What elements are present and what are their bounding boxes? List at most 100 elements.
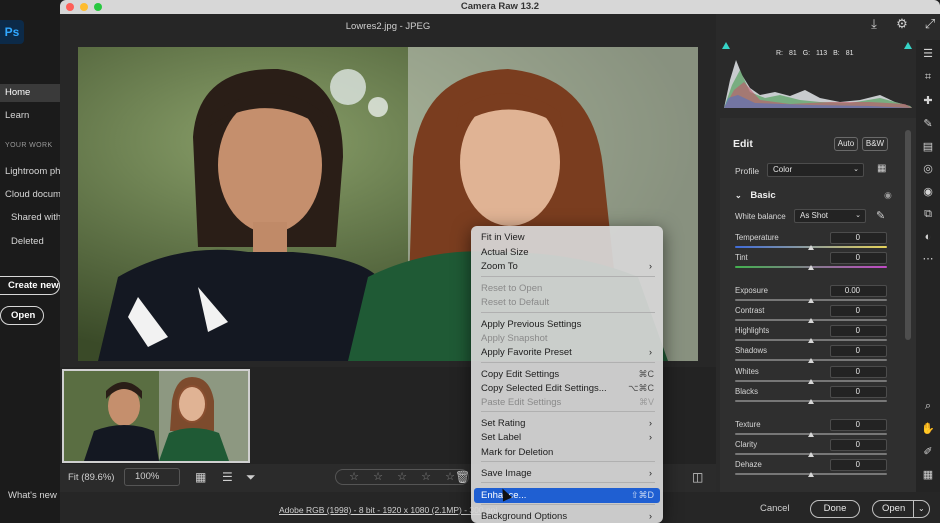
snapshots-icon[interactable]: ⧉ <box>918 205 938 223</box>
sort-icon[interactable]: ☰ <box>222 470 233 484</box>
slider-value-field[interactable]: 0 <box>830 459 887 471</box>
filter-icon[interactable]: ⏷ <box>246 470 256 485</box>
profile-select[interactable]: Color ⌄ <box>767 163 864 177</box>
visibility-eye-icon[interactable]: ◉ <box>884 190 892 201</box>
green-value: G: 113 <box>802 50 828 57</box>
slider-value-field[interactable]: 0 <box>830 386 887 398</box>
delete-icon[interactable]: 🗑 <box>455 470 470 484</box>
highlight-clipping-warning-icon[interactable] <box>904 42 912 49</box>
healing-brush-icon[interactable]: ✚ <box>918 92 938 110</box>
profile-value: Color <box>773 165 793 174</box>
menu-item-background-options[interactable]: Background Options › <box>474 509 660 523</box>
file-header: Lowres2.jpg - JPEG <box>60 14 716 40</box>
compare-view-icon[interactable]: ◫ <box>692 470 703 484</box>
zoom-level-select[interactable]: 100% <box>124 468 180 486</box>
sampler-tool-icon[interactable]: ✐ <box>918 443 938 461</box>
slider-thumb[interactable] <box>808 298 814 303</box>
edit-sliders-icon[interactable]: ☰ <box>918 45 938 63</box>
slider-thumb[interactable] <box>808 318 814 323</box>
presets-icon[interactable]: ◐ <box>918 228 938 246</box>
fit-zoom-label[interactable]: Fit (89.6%) <box>68 472 114 483</box>
nav-deleted[interactable]: Deleted <box>0 236 60 247</box>
panel-scrollbar[interactable] <box>905 130 911 340</box>
nav-learn[interactable]: Learn <box>0 110 60 121</box>
star-rating[interactable]: ☆ ☆ ☆ ☆ ☆ <box>335 469 469 485</box>
slider-thumb[interactable] <box>808 432 814 437</box>
profile-label: Profile <box>735 166 760 176</box>
slider-thumb[interactable] <box>808 399 814 404</box>
fullscreen-icon[interactable]: ⤢ <box>922 16 938 32</box>
slider-value-field[interactable]: 0 <box>830 305 887 317</box>
slider-value-field[interactable]: 0 <box>830 345 887 357</box>
shadow-clipping-warning-icon[interactable] <box>722 42 730 49</box>
gear-icon[interactable]: ⚙ <box>894 16 910 32</box>
eyedropper-icon[interactable]: ✎ <box>876 209 885 222</box>
nav-cloud-documents[interactable]: Cloud docum <box>0 189 60 200</box>
slider-thumb[interactable] <box>808 245 814 250</box>
slider-thumb[interactable] <box>808 472 814 477</box>
menu-item-mark-for-deletion[interactable]: Mark for Deletion <box>474 445 660 460</box>
grid-overlay-icon[interactable]: ▦ <box>918 466 938 484</box>
menu-item-fit-in-view[interactable]: Fit in View <box>474 230 660 245</box>
menu-item-copy-selected-edit-settings[interactable]: Copy Selected Edit Settings... ⌥⌘C <box>474 381 660 396</box>
slider-thumb[interactable] <box>808 358 814 363</box>
zoom-tool-icon[interactable]: ⌕ <box>918 397 938 415</box>
adjustment-brush-icon[interactable]: ✎ <box>918 115 938 133</box>
slider-value-field[interactable]: 0 <box>830 419 887 431</box>
menu-item-label: Background Options <box>481 511 568 522</box>
workflow-options-link[interactable]: Adobe RGB (1998) - 8 bit - 1920 x 1080 (… <box>279 505 497 515</box>
more-options-icon[interactable]: ⋯ <box>918 250 938 268</box>
slider-value-field[interactable]: 0 <box>830 232 887 244</box>
menu-item-zoom-to[interactable]: Zoom To › <box>474 259 660 274</box>
filmstrip-thumbnail[interactable] <box>62 369 250 463</box>
auto-button[interactable]: Auto <box>834 137 858 151</box>
done-button[interactable]: Done <box>810 500 860 518</box>
menu-item-save-image[interactable]: Save Image › <box>474 466 660 481</box>
photoshop-logo[interactable]: Ps <box>0 20 24 44</box>
blue-value: B: 81 <box>833 50 854 57</box>
create-new-button[interactable]: Create new <box>0 276 60 295</box>
nav-home[interactable]: Home <box>0 84 60 102</box>
slider-thumb[interactable] <box>808 338 814 343</box>
menu-item-actual-size[interactable]: Actual Size <box>474 245 660 260</box>
chevron-down-icon: ⌄ <box>853 166 859 173</box>
star-icon[interactable]: ☆ <box>373 470 383 484</box>
star-icon[interactable]: ☆ <box>421 470 431 484</box>
star-icon[interactable]: ☆ <box>349 470 359 484</box>
slider-label: Whites <box>735 367 759 376</box>
slider-value-field[interactable]: 0 <box>830 252 887 264</box>
save-icon[interactable]: ⤓ <box>866 16 882 32</box>
graduated-filter-icon[interactable]: ▤ <box>918 138 938 156</box>
menu-item-set-label[interactable]: Set Label › <box>474 430 660 445</box>
basic-section-header[interactable]: ⌄ Basic <box>735 190 776 201</box>
menu-item-apply-previous-settings[interactable]: Apply Previous Settings <box>474 317 660 332</box>
crop-icon[interactable]: ⌗ <box>918 68 938 86</box>
slider-value-field[interactable]: 0 <box>830 366 887 378</box>
menu-separator <box>481 461 655 462</box>
profile-browser-icon[interactable]: ▦ <box>877 163 886 174</box>
filmstrip-view-icon[interactable]: ▦ <box>195 470 206 484</box>
whats-new-link[interactable]: What's new <box>8 490 57 501</box>
menu-item-apply-favorite-preset[interactable]: Apply Favorite Preset › <box>474 345 660 360</box>
white-balance-select[interactable]: As Shot ⌄ <box>794 209 866 223</box>
menu-item-copy-edit-settings[interactable]: Copy Edit Settings ⌘C <box>474 367 660 382</box>
open-button[interactable]: Open ⌄ <box>872 500 930 518</box>
menu-item-set-rating[interactable]: Set Rating › <box>474 416 660 431</box>
slider-thumb[interactable] <box>808 379 814 384</box>
red-eye-icon[interactable]: ◉ <box>918 183 938 201</box>
slider-value-field[interactable]: 0 <box>830 325 887 337</box>
radial-filter-icon[interactable]: ◎ <box>918 160 938 178</box>
chevron-down-icon[interactable]: ⌄ <box>918 501 925 517</box>
slider-thumb[interactable] <box>808 452 814 457</box>
nav-shared-with-you[interactable]: Shared with <box>0 212 60 223</box>
slider-thumb[interactable] <box>808 265 814 270</box>
open-file-button[interactable]: Open <box>0 306 44 325</box>
hand-tool-icon[interactable]: ✋ <box>918 420 938 438</box>
cancel-button[interactable]: Cancel <box>760 503 790 514</box>
star-icon[interactable]: ☆ <box>397 470 407 484</box>
nav-lightroom-photos[interactable]: Lightroom ph <box>0 166 60 177</box>
slider-value-field[interactable]: 0 <box>830 439 887 451</box>
star-icon[interactable]: ☆ <box>445 470 455 484</box>
slider-value-field[interactable]: 0.00 <box>830 285 887 297</box>
black-white-button[interactable]: B&W <box>862 137 888 151</box>
